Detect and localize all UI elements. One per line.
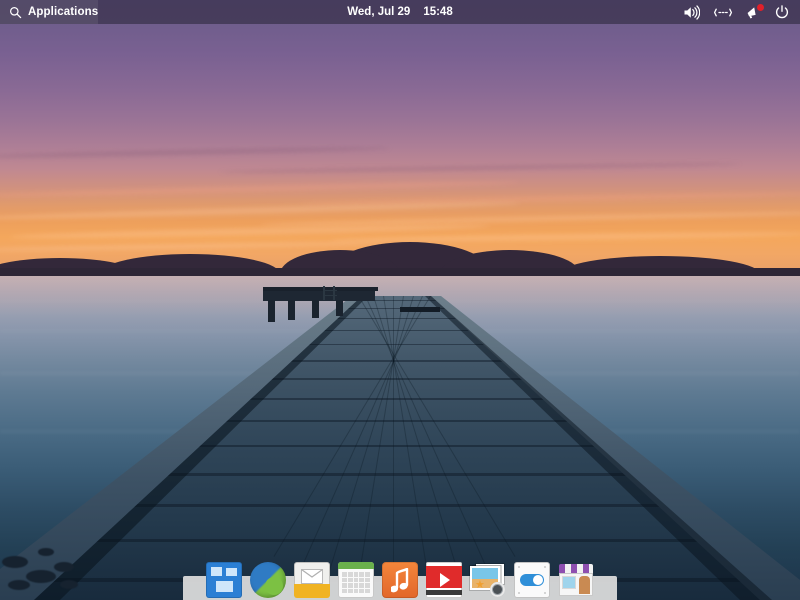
pier-board-line: [324, 296, 414, 587]
power-icon[interactable]: [775, 5, 789, 19]
rock: [26, 570, 56, 583]
desktop[interactable]: [0, 0, 800, 600]
applications-menu-label: Applications: [28, 6, 98, 18]
rock: [60, 580, 78, 589]
pier-ladder: [323, 286, 335, 300]
envelope-icon: [294, 562, 330, 598]
dock-item-music[interactable]: [382, 562, 418, 598]
toggle-switch-icon: [514, 562, 550, 598]
pier-piling: [268, 300, 275, 322]
panel-clock-area: Wed, Jul 29 15:48: [0, 0, 800, 24]
dock-item-web-browser[interactable]: [250, 562, 286, 598]
dock-item-software[interactable]: [558, 562, 594, 598]
dock-item-photos[interactable]: ★: [470, 562, 506, 598]
music-note-icon: [382, 562, 418, 598]
shop-icon: [558, 562, 594, 598]
dock-item-calendar[interactable]: [338, 562, 374, 598]
pier-piling: [288, 300, 295, 320]
notification-bell-icon[interactable]: [746, 5, 761, 19]
rock: [2, 556, 28, 568]
dock-item-mail[interactable]: [294, 562, 330, 598]
clock-date: Wed, Jul 29: [347, 6, 410, 18]
system-tray: [683, 0, 800, 24]
search-icon: [9, 6, 22, 19]
photo-camera-icon: ★: [470, 562, 506, 598]
pier-piling: [336, 300, 343, 316]
rock: [8, 580, 30, 590]
dock-item-show-applications[interactable]: [206, 562, 242, 598]
pier-piling: [312, 300, 319, 318]
calendar-icon: [338, 562, 374, 598]
dock-item-settings[interactable]: [514, 562, 550, 598]
clock-time: 15:48: [423, 6, 452, 18]
network-icon[interactable]: [714, 6, 732, 19]
applications-menu-button[interactable]: Applications: [0, 0, 98, 24]
top-panel: Applications Wed, Jul 29 15:48: [0, 0, 800, 24]
rock: [54, 562, 74, 572]
dock-items: ★: [183, 552, 617, 598]
rock: [38, 548, 54, 556]
pier-plank: [0, 504, 800, 507]
clock-button[interactable]: Wed, Jul 29 15:48: [347, 6, 452, 18]
play-button-icon: [426, 562, 462, 598]
pier-board-line: [373, 296, 463, 587]
globe-icon: [250, 562, 286, 598]
notification-badge: [757, 4, 764, 11]
dock-item-videos[interactable]: [426, 562, 462, 598]
volume-icon[interactable]: [683, 5, 700, 20]
app-grid-icon: [206, 562, 242, 598]
pier-bench: [400, 307, 440, 312]
pier-platform: [263, 291, 375, 301]
